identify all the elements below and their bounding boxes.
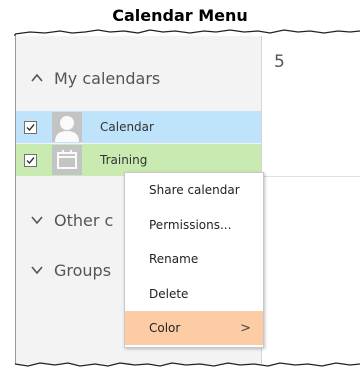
- menu-item-delete[interactable]: Delete: [125, 277, 263, 311]
- chevron-up-icon: [31, 73, 43, 82]
- section-other-calendars[interactable]: Other c: [30, 208, 113, 232]
- calendar-icon: [52, 145, 82, 175]
- submenu-arrow-icon: >: [240, 320, 251, 336]
- menu-item-label: Delete: [149, 287, 189, 301]
- day-number: 5: [274, 52, 285, 72]
- section-label: My calendars: [54, 68, 161, 88]
- calendar-checkbox[interactable]: [24, 153, 37, 167]
- calendar-name: Calendar: [100, 120, 154, 134]
- day-divider: [262, 176, 360, 177]
- section-groups[interactable]: Groups: [30, 258, 111, 282]
- person-avatar-icon: [52, 112, 82, 142]
- checkmark-icon: [26, 156, 35, 164]
- section-label: Groups: [54, 260, 112, 280]
- calendar-name: Training: [100, 153, 148, 167]
- menu-item-share-calendar[interactable]: Share calendar: [125, 173, 263, 207]
- menu-item-label: Rename: [149, 252, 199, 266]
- section-my-calendars[interactable]: My calendars: [30, 66, 160, 90]
- menu-item-permissions[interactable]: Permissions...: [125, 208, 263, 242]
- menu-item-label: Color: [149, 321, 181, 335]
- chevron-down-icon: [31, 216, 43, 225]
- menu-item-label: Permissions...: [149, 218, 232, 232]
- section-label: Other c: [54, 210, 114, 230]
- menu-item-color[interactable]: Color >: [125, 311, 263, 345]
- calendar-day-view[interactable]: 5: [262, 36, 360, 364]
- checkmark-icon: [26, 123, 35, 131]
- menu-item-rename[interactable]: Rename: [125, 242, 263, 276]
- calendar-checkbox[interactable]: [24, 120, 37, 134]
- menu-item-label: Share calendar: [149, 183, 240, 197]
- chevron-down-icon: [31, 266, 43, 275]
- calendar-item-calendar[interactable]: Calendar: [16, 111, 261, 143]
- torn-edge-bottom: [14, 362, 360, 367]
- calendar-context-menu: Share calendar Permissions... Rename Del…: [124, 172, 264, 348]
- torn-edge-top: [14, 29, 360, 36]
